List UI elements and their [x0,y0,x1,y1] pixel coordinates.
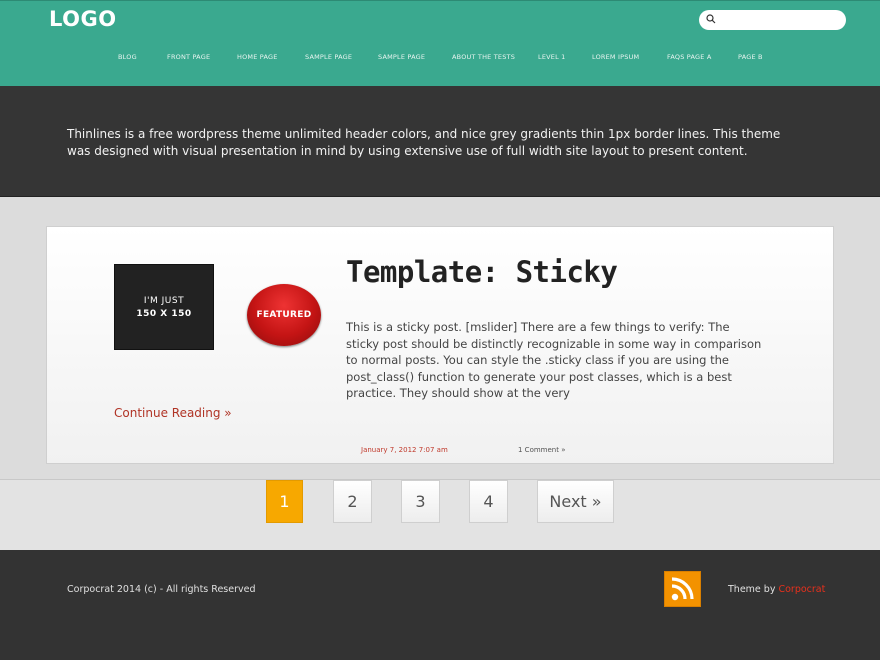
post-card: I'M JUST 150 X 150 FEATURED Template: St… [46,226,834,464]
search-icon [706,14,716,24]
intro-text: Thinlines is a free wordpress theme unli… [67,127,781,158]
rss-icon [671,577,694,601]
post-comments-link[interactable]: 1 Comment » [518,446,565,454]
page-4-button[interactable]: 4 [469,480,508,523]
post-excerpt: This is a sticky post. [mslider] There a… [346,320,762,400]
continue-reading-link[interactable]: Continue Reading » [114,406,232,420]
theme-credit: Theme by Corpocrat [728,584,825,595]
nav-item-about-the-tests[interactable]: ABOUT THE TESTS [452,53,515,61]
nav-item-front-page[interactable]: FRONT PAGE [167,53,210,61]
site-header: LOGO BLOG FRONT PAGE HOME PAGE SAMPLE PA… [0,0,880,86]
nav-item-sample-page-1[interactable]: SAMPLE PAGE [305,53,352,61]
thumbnail-caption-2: 150 X 150 [136,308,192,319]
post-date[interactable]: January 7, 2012 7:07 am [361,446,448,454]
nav-item-level-1[interactable]: LEVEL 1 [538,53,566,61]
nav-item-lorem-ipsum[interactable]: LOREM IPSUM [592,53,639,61]
nav-item-faqs-page-a[interactable]: FAQS PAGE A [667,53,711,61]
copyright-text: Corpocrat 2014 (c) - All rights Reserved [67,584,256,595]
theme-author-link[interactable]: Corpocrat [778,584,825,595]
nav-item-home-page[interactable]: HOME PAGE [237,53,278,61]
nav-item-blog[interactable]: BLOG [118,53,137,61]
intro-banner: Thinlines is a free wordpress theme unli… [0,86,880,197]
site-footer: Corpocrat 2014 (c) - All rights Reserved… [0,550,880,660]
rss-feed-button[interactable] [664,571,701,607]
pagination: 1 2 3 4 Next » [0,479,880,550]
site-logo[interactable]: LOGO [49,7,117,31]
page-3-button[interactable]: 3 [401,480,440,523]
thumbnail-caption-1: I'M JUST [143,295,185,306]
post-thumbnail[interactable]: I'M JUST 150 X 150 [114,264,214,350]
featured-badge: FEATURED [247,284,321,346]
search-box[interactable] [699,10,846,30]
main-nav: BLOG FRONT PAGE HOME PAGE SAMPLE PAGE SA… [0,53,880,65]
nav-item-sample-page-2[interactable]: SAMPLE PAGE [378,53,425,61]
search-input[interactable] [719,12,839,28]
post-title[interactable]: Template: Sticky [346,255,618,289]
theme-credit-prefix: Theme by [728,584,779,595]
next-page-button[interactable]: Next » [537,480,614,523]
page-2-button[interactable]: 2 [333,480,372,523]
page-1-button[interactable]: 1 [266,480,303,523]
nav-item-page-b[interactable]: PAGE B [738,53,763,61]
